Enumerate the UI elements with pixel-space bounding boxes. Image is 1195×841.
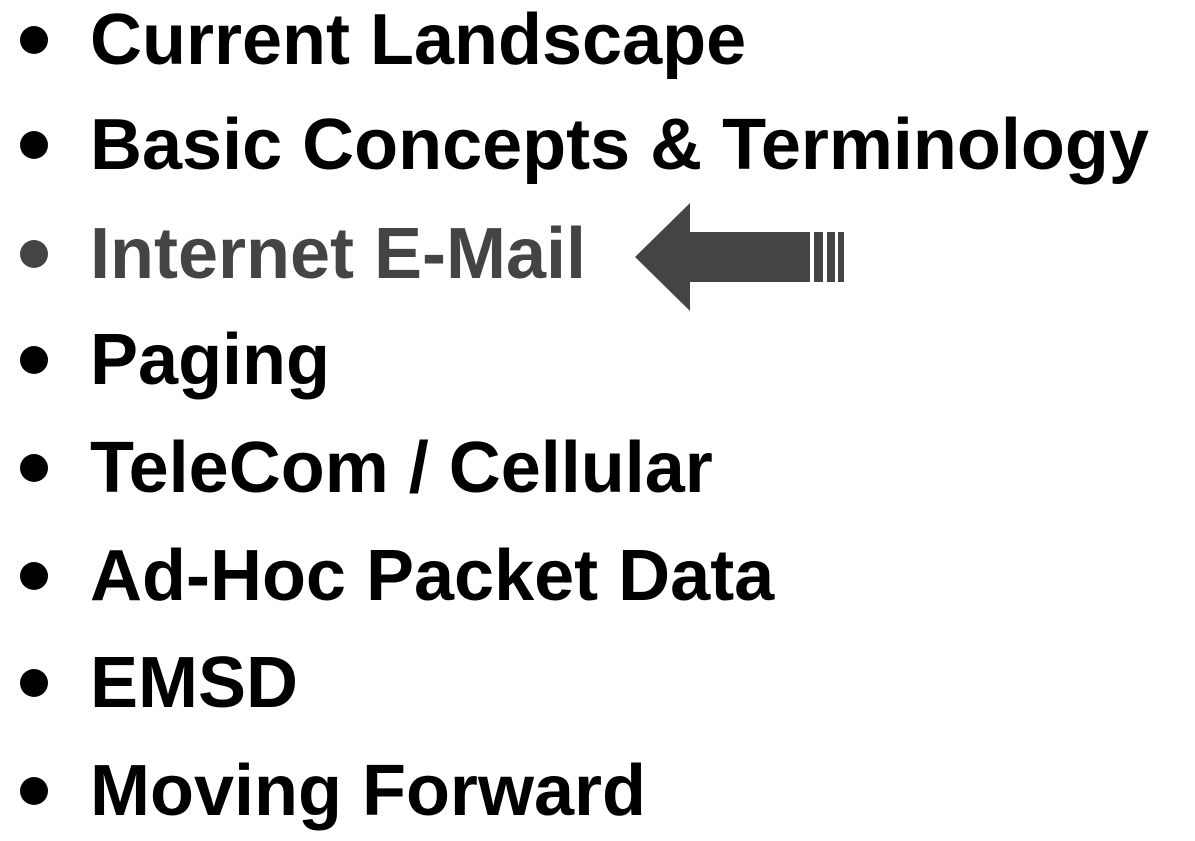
bullet-icon	[20, 454, 48, 482]
agenda-item-label: Current Landscape	[90, 0, 747, 80]
bullet-icon	[20, 777, 48, 805]
agenda-item-label: Paging	[90, 320, 331, 400]
agenda-item-label: Internet E-Mail	[90, 214, 587, 294]
bullet-icon	[20, 562, 48, 590]
left-arrow-icon	[635, 203, 844, 311]
agenda-item-label: TeleCom / Cellular	[90, 428, 713, 508]
agenda-item-label: Basic Concepts & Terminology	[90, 105, 1149, 185]
agenda-item-label: EMSD	[90, 643, 299, 723]
bullet-icon	[20, 240, 48, 268]
bullet-icon	[20, 131, 48, 159]
agenda-slide: Current Landscape Basic Concepts & Termi…	[0, 0, 1195, 830]
bullet-icon	[20, 346, 48, 374]
agenda-item-label: Ad-Hoc Packet Data	[90, 536, 775, 616]
bullet-icon	[20, 26, 48, 54]
bullet-icon	[20, 669, 48, 697]
agenda-item-label: Moving Forward	[90, 751, 646, 831]
